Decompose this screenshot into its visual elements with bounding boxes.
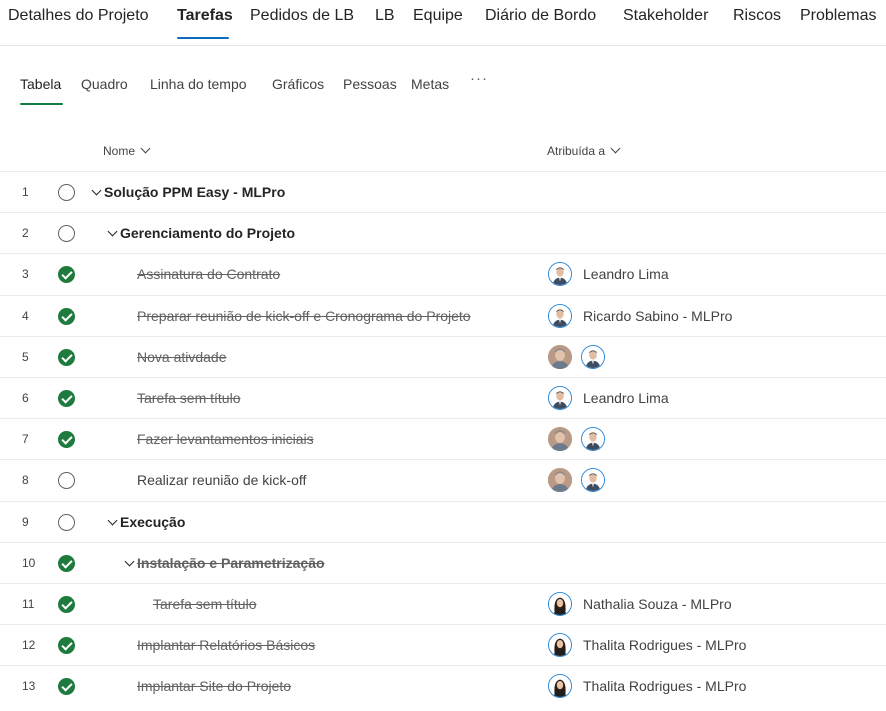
task-title[interactable]: Assinatura do Contrato xyxy=(137,266,280,282)
incomplete-circle-icon[interactable] xyxy=(58,472,75,490)
project-top-nav: Detalhes do Projeto Tarefas Pedidos de L… xyxy=(0,0,886,46)
avatar-man[interactable] xyxy=(548,427,572,452)
view-tab-tabela[interactable]: Tabela xyxy=(20,76,61,92)
tab-riscos[interactable]: Riscos xyxy=(733,7,781,25)
completed-check-icon[interactable] xyxy=(58,266,75,284)
task-title[interactable]: Gerenciamento do Projeto xyxy=(120,225,295,241)
view-tab-pessoas[interactable]: Pessoas xyxy=(343,76,397,92)
incomplete-circle-icon[interactable] xyxy=(58,225,75,243)
assignee-name[interactable]: Nathalia Souza - MLPro xyxy=(583,596,732,612)
row-number: 2 xyxy=(22,226,29,241)
tab-detalhes-do-projeto[interactable]: Detalhes do Projeto xyxy=(8,7,149,25)
completed-check-icon[interactable] xyxy=(58,596,75,613)
row-number: 11 xyxy=(22,597,35,611)
completed-check-icon[interactable] xyxy=(58,637,75,655)
avatar-man[interactable] xyxy=(548,344,572,369)
row-number: 7 xyxy=(22,432,29,447)
tab-stakeholder[interactable]: Stakeholder xyxy=(623,7,708,25)
row-number: 5 xyxy=(22,349,29,364)
column-header-nome[interactable]: Nome xyxy=(103,143,151,158)
task-row[interactable]: 6 Tarefa sem título Leandro Lima xyxy=(0,377,886,418)
tab-equipe[interactable]: Equipe xyxy=(413,7,463,25)
completed-check-icon[interactable] xyxy=(58,390,75,407)
completed-check-icon[interactable] xyxy=(58,678,75,696)
row-number: 3 xyxy=(22,267,29,282)
task-row[interactable]: 3 Assinatura do Contrato Leandro Lima xyxy=(0,253,886,294)
task-title[interactable]: Implantar Relatórios Básicos xyxy=(137,637,315,653)
view-tab-linha-do-tempo[interactable]: Linha do tempo xyxy=(150,76,247,92)
column-header-atribuida-a[interactable]: Atribuída a xyxy=(547,143,621,158)
task-row[interactable]: 7 Fazer levantamentos iniciais xyxy=(0,418,886,459)
completed-check-icon[interactable] xyxy=(58,554,75,572)
row-number: 1 xyxy=(22,185,29,199)
assignee-name[interactable]: Leandro Lima xyxy=(583,266,669,282)
avatar-woman[interactable] xyxy=(548,633,572,658)
tab-pedidos-de-lb[interactable]: Pedidos de LB xyxy=(250,7,354,25)
completed-check-icon[interactable] xyxy=(58,348,75,366)
task-row[interactable]: 11 Tarefa sem título Nathalia Souza - MLPr… xyxy=(0,583,886,624)
row-number: 9 xyxy=(22,514,29,529)
tab-tarefas[interactable]: Tarefas xyxy=(177,7,233,25)
avatar-man[interactable] xyxy=(581,344,605,369)
task-row[interactable]: 9 Execução xyxy=(0,500,886,542)
assignee-name[interactable]: Ricardo Sabino - MLPro xyxy=(583,308,732,324)
incomplete-circle-icon[interactable] xyxy=(58,184,75,201)
tab-lb[interactable]: LB xyxy=(375,7,395,25)
chevron-down-icon xyxy=(140,143,151,154)
active-view-indicator xyxy=(20,103,63,105)
task-title[interactable]: Fazer levantamentos iniciais xyxy=(137,431,314,447)
avatar-man[interactable] xyxy=(548,262,572,287)
chevron-down-icon[interactable] xyxy=(107,226,118,237)
column-header-label: Atribuída a xyxy=(547,144,606,158)
task-row[interactable]: 10 Instalação e Parametrização xyxy=(0,541,886,583)
task-title[interactable]: Realizar reunião de kick-off xyxy=(137,472,306,488)
chevron-down-icon[interactable] xyxy=(107,515,118,526)
task-title[interactable]: Tarefa sem título xyxy=(137,390,241,406)
completed-check-icon[interactable] xyxy=(58,431,75,449)
assignee-name[interactable]: Leandro Lima xyxy=(583,390,669,406)
task-title[interactable]: Tarefa sem título xyxy=(153,596,257,612)
incomplete-circle-icon[interactable] xyxy=(58,513,75,531)
row-number: 12 xyxy=(22,638,36,653)
chevron-down-icon[interactable] xyxy=(124,556,135,567)
task-title[interactable]: Preparar reunião de kick-off e Cronogram… xyxy=(137,308,471,324)
avatar-man[interactable] xyxy=(548,468,572,493)
chevron-down-icon[interactable] xyxy=(91,185,102,196)
task-row[interactable]: 13 Implantar Site do Projeto Thalita Rodri… xyxy=(0,665,886,706)
chevron-down-icon xyxy=(610,143,621,154)
column-header-label: Nome xyxy=(103,144,136,158)
view-tab-quadro[interactable]: Quadro xyxy=(81,76,128,92)
row-number: 10 xyxy=(22,555,36,570)
task-title[interactable]: Implantar Site do Projeto xyxy=(137,678,291,694)
assignee-name[interactable]: Thalita Rodrigues - MLPro xyxy=(583,678,746,694)
task-title[interactable]: Instalação e Parametrização xyxy=(137,555,325,571)
view-tab-graficos[interactable]: Gráficos xyxy=(272,76,324,92)
task-row[interactable]: 5 Nova ativdade xyxy=(0,335,886,377)
task-title[interactable]: Solução PPM Easy - MLPro xyxy=(104,184,285,200)
completed-check-icon[interactable] xyxy=(58,307,75,325)
task-row[interactable]: 12 Implantar Relatórios Básicos Thalita Ro… xyxy=(0,624,886,665)
task-row[interactable]: 4 Preparar reunião de kick-off e Cronogra… xyxy=(0,294,886,336)
avatar-man[interactable] xyxy=(548,303,572,328)
task-row[interactable]: 1 Solução PPM Easy - MLPro xyxy=(0,171,886,212)
more-views-button[interactable]: ··· xyxy=(470,70,488,87)
task-row[interactable]: 2 Gerenciamento do Projeto xyxy=(0,212,886,253)
avatar-man[interactable] xyxy=(581,468,605,493)
avatar-woman[interactable] xyxy=(548,674,572,699)
row-number: 8 xyxy=(22,473,29,488)
avatar-woman[interactable] xyxy=(548,592,572,616)
task-row[interactable]: 8 Realizar reunião de kick-off xyxy=(0,459,886,500)
row-number: 6 xyxy=(22,391,29,405)
tab-diario-de-bordo[interactable]: Diário de Bordo xyxy=(485,7,596,25)
view-tab-metas[interactable]: Metas xyxy=(411,76,449,92)
row-number: 4 xyxy=(22,308,29,323)
avatar-man[interactable] xyxy=(548,386,572,410)
task-title[interactable]: Execução xyxy=(120,514,185,530)
active-tab-indicator xyxy=(177,37,229,39)
avatar-man[interactable] xyxy=(581,427,605,452)
row-number: 13 xyxy=(22,679,36,694)
tab-problemas[interactable]: Problemas xyxy=(800,7,876,25)
task-title[interactable]: Nova ativdade xyxy=(137,349,227,365)
assignee-name[interactable]: Thalita Rodrigues - MLPro xyxy=(583,637,746,653)
